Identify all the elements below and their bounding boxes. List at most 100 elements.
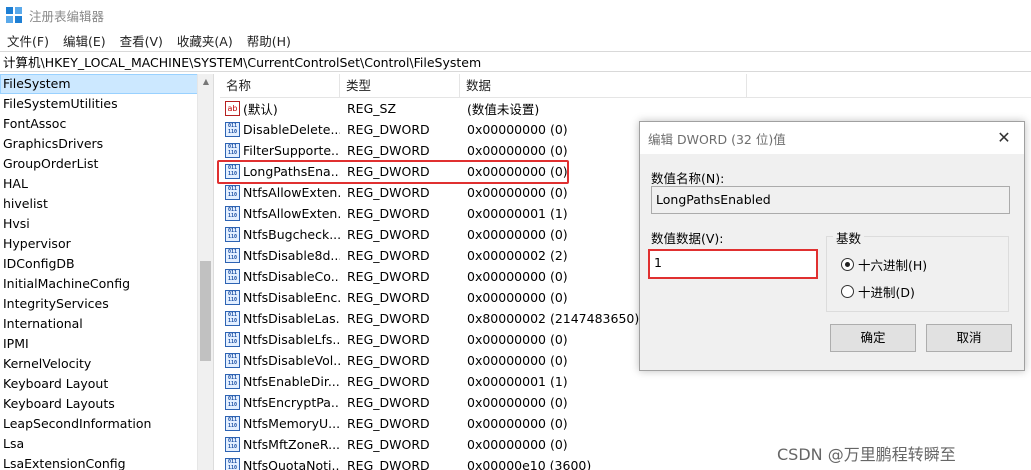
tree-item[interactable]: Hvsi bbox=[0, 214, 213, 234]
binary-value-icon: 011 110 bbox=[225, 374, 240, 389]
value-name: NtfsDisableLfs... bbox=[243, 332, 340, 347]
value-name: NtfsEncryptPa... bbox=[243, 395, 340, 410]
binary-value-icon: 011 110 bbox=[225, 353, 240, 368]
cell-name: 011 110 NtfsDisableVol... bbox=[220, 353, 340, 368]
tree-item[interactable]: IPMI bbox=[0, 334, 213, 354]
menu-help[interactable]: 帮助(H) bbox=[240, 31, 298, 50]
cell-type: REG_DWORD bbox=[347, 143, 430, 158]
cell-name: 011 110 FilterSupporte... bbox=[220, 143, 340, 158]
tree-item[interactable]: HAL bbox=[0, 174, 213, 194]
tree-item[interactable]: LsaExtensionConfig bbox=[0, 454, 213, 470]
tree-item[interactable]: Keyboard Layout bbox=[0, 374, 213, 394]
cell-type: REG_DWORD bbox=[347, 206, 430, 221]
column-header-data[interactable]: 数据 bbox=[460, 74, 747, 97]
base-group: 基数 十六进制(H) 十进制(D) bbox=[826, 228, 1009, 312]
cell-data: 0x00000000 (0) bbox=[467, 437, 568, 452]
column-header-name[interactable]: 名称 bbox=[220, 74, 340, 97]
list-header: 名称 类型 数据 bbox=[220, 74, 1031, 98]
value-name: NtfsAllowExten... bbox=[243, 185, 340, 200]
cell-type: REG_DWORD bbox=[347, 122, 430, 137]
binary-value-icon: 011 110 bbox=[225, 332, 240, 347]
value-name: NtfsDisableEnc... bbox=[243, 290, 340, 305]
cell-type: REG_DWORD bbox=[347, 227, 430, 242]
binary-value-icon: 011 110 bbox=[225, 143, 240, 158]
edit-dword-dialog: 编辑 DWORD (32 位)值 ✕ 数值名称(N): LongPathsEna… bbox=[639, 121, 1025, 371]
radio-decimal[interactable]: 十进制(D) bbox=[841, 282, 915, 301]
radio-hex-label: 十六进制(H) bbox=[858, 258, 928, 273]
string-value-icon: ab bbox=[225, 101, 240, 116]
binary-value-icon: 011 110 bbox=[225, 437, 240, 452]
value-name: NtfsMftZoneR... bbox=[243, 437, 340, 452]
value-data-input[interactable]: 1 bbox=[648, 249, 818, 279]
binary-value-icon: 011 110 bbox=[225, 248, 240, 263]
cell-data: 0x00000000 (0) bbox=[467, 395, 568, 410]
dialog-title: 编辑 DWORD (32 位)值 bbox=[648, 131, 786, 147]
radio-hex[interactable]: 十六进制(H) bbox=[841, 255, 927, 274]
window-title: 注册表编辑器 bbox=[29, 8, 105, 24]
table-row[interactable]: 011 110 NtfsEncryptPa... REG_DWORD 0x0000000… bbox=[220, 392, 1031, 413]
table-row[interactable]: ab (默认) REG_SZ (数值未设置) bbox=[220, 98, 1031, 119]
tree-item[interactable]: Hypervisor bbox=[0, 234, 213, 254]
tree-item[interactable]: KernelVelocity bbox=[0, 354, 213, 374]
value-name: NtfsAllowExten... bbox=[243, 206, 340, 221]
table-row[interactable]: 011 110 NtfsEnableDir... REG_DWORD 0x0000000… bbox=[220, 371, 1031, 392]
cell-data: (数值未设置) bbox=[467, 102, 540, 117]
tree-scrollbar[interactable]: ▲ bbox=[197, 74, 213, 470]
cell-name: 011 110 NtfsDisable8d... bbox=[220, 248, 340, 263]
cell-name: 011 110 NtfsDisableEnc... bbox=[220, 290, 340, 305]
dialog-title-bar: 编辑 DWORD (32 位)值 ✕ bbox=[640, 122, 1024, 154]
scroll-up-icon[interactable]: ▲ bbox=[198, 74, 213, 90]
value-name: NtfsDisable8d... bbox=[243, 248, 340, 263]
value-name: NtfsDisableVol... bbox=[243, 353, 340, 368]
cell-data: 0x00000001 (1) bbox=[467, 374, 568, 389]
table-row[interactable]: 011 110 NtfsMemoryU... REG_DWORD 0x00000000 … bbox=[220, 413, 1031, 434]
value-name: FilterSupporte... bbox=[243, 143, 340, 158]
tree-item[interactable]: IDConfigDB bbox=[0, 254, 213, 274]
cell-data: 0x00000e10 (3600) bbox=[467, 458, 592, 470]
tree-item[interactable]: FontAssoc bbox=[0, 114, 213, 134]
tree-item[interactable]: FileSystem bbox=[0, 74, 213, 94]
cell-type: REG_DWORD bbox=[347, 458, 430, 470]
cell-data: 0x00000000 (0) bbox=[467, 416, 568, 431]
tree-item[interactable]: InitialMachineConfig bbox=[0, 274, 213, 294]
highlight-longpaths-row bbox=[217, 160, 569, 184]
tree-item[interactable]: LeapSecondInformation bbox=[0, 414, 213, 434]
menu-favorites[interactable]: 收藏夹(A) bbox=[170, 31, 240, 50]
menu-file[interactable]: 文件(F) bbox=[0, 31, 56, 50]
radio-decimal-icon[interactable] bbox=[841, 285, 854, 298]
cell-name: 011 110 NtfsMftZoneR... bbox=[220, 437, 340, 452]
tree-item[interactable]: Keyboard Layouts bbox=[0, 394, 213, 414]
cell-name: 011 110 NtfsDisableLfs... bbox=[220, 332, 340, 347]
menu-view[interactable]: 查看(V) bbox=[113, 31, 170, 50]
value-name-field[interactable]: LongPathsEnabled bbox=[651, 186, 1010, 214]
tree-item[interactable]: GraphicsDrivers bbox=[0, 134, 213, 154]
tree-item[interactable]: FileSystemUtilities bbox=[0, 94, 213, 114]
cell-name: 011 110 NtfsAllowExten... bbox=[220, 206, 340, 221]
value-name-label: 数值名称(N): bbox=[651, 171, 725, 186]
scroll-thumb[interactable] bbox=[200, 261, 211, 361]
cell-type: REG_DWORD bbox=[347, 185, 430, 200]
cancel-button[interactable]: 取消 bbox=[926, 324, 1012, 352]
tree-item[interactable]: IntegrityServices bbox=[0, 294, 213, 314]
value-name: NtfsDisableLas... bbox=[243, 311, 340, 326]
cell-type: REG_DWORD bbox=[347, 311, 430, 326]
tree-item[interactable]: GroupOrderList bbox=[0, 154, 213, 174]
close-icon[interactable]: ✕ bbox=[984, 122, 1024, 154]
ok-button[interactable]: 确定 bbox=[830, 324, 916, 352]
cell-name: ab (默认) bbox=[220, 99, 340, 118]
address-bar[interactable]: 计算机\HKEY_LOCAL_MACHINE\SYSTEM\CurrentCon… bbox=[0, 51, 1031, 72]
column-header-type[interactable]: 类型 bbox=[340, 74, 460, 97]
title-bar: 注册表编辑器 bbox=[0, 0, 1031, 30]
registry-editor-icon bbox=[6, 7, 22, 23]
cell-name: 011 110 NtfsQuotaNoti... bbox=[220, 458, 340, 470]
value-name: NtfsDisableCo... bbox=[243, 269, 340, 284]
radio-decimal-label: 十进制(D) bbox=[858, 285, 915, 300]
cell-type: REG_DWORD bbox=[347, 290, 430, 305]
tree-item[interactable]: Lsa bbox=[0, 434, 213, 454]
radio-hex-icon[interactable] bbox=[841, 258, 854, 271]
tree-item[interactable]: hivelist bbox=[0, 194, 213, 214]
value-name: NtfsQuotaNoti... bbox=[243, 458, 340, 470]
cell-type: REG_DWORD bbox=[347, 437, 430, 452]
tree-item[interactable]: International bbox=[0, 314, 213, 334]
menu-edit[interactable]: 编辑(E) bbox=[56, 31, 113, 50]
